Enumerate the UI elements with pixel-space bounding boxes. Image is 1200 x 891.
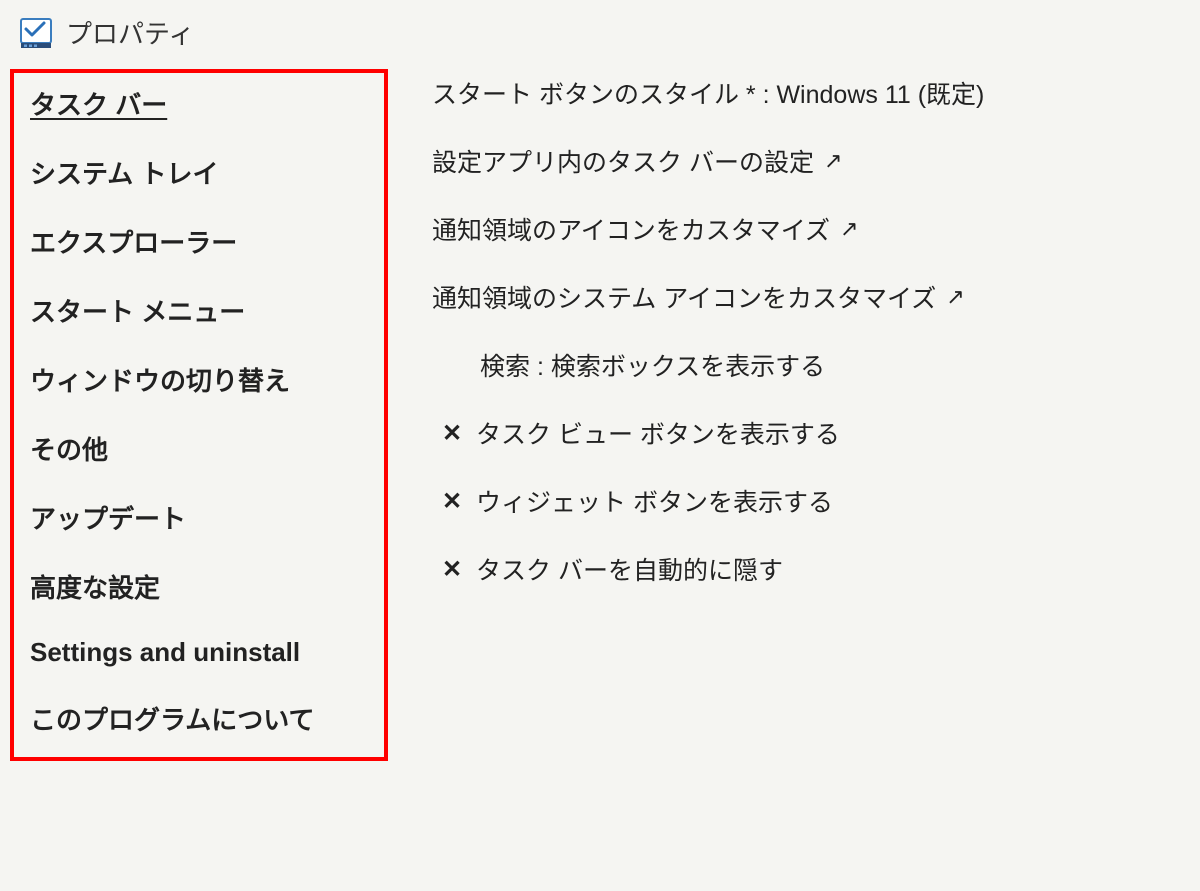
x-icon: ✕ [432, 555, 472, 584]
setting-label: タスク バーを自動的に隠す [476, 551, 783, 587]
sidebar-item-label: このプログラムについて [30, 705, 314, 735]
x-icon: ✕ [432, 487, 472, 516]
sidebar-item-label: Settings and uninstall [30, 637, 300, 667]
sidebar-item-label: アップデート [30, 504, 186, 534]
setting-label: タスク ビュー ボタンを表示する [476, 415, 840, 451]
sidebar: タスク バー システム トレイ エクスプローラー スタート メニュー ウィンドウ… [10, 69, 388, 761]
setting-label: 通知領域のシステム アイコンをカスタマイズ [432, 279, 936, 315]
sidebar-item-update[interactable]: アップデート [30, 499, 368, 536]
external-link-icon: ↗ [824, 148, 842, 174]
sidebar-item-about[interactable]: このプログラムについて [30, 700, 368, 737]
setting-taskbar-settings-link[interactable]: 設定アプリ内のタスク バーの設定 ↗ [432, 143, 1180, 179]
sidebar-item-label: その他 [30, 435, 108, 465]
sidebar-item-label: タスク バー [30, 90, 167, 120]
setting-autohide-toggle[interactable]: ✕ タスク バーを自動的に隠す [432, 551, 1180, 587]
setting-label: ウィジェット ボタンを表示する [476, 483, 833, 519]
x-icon: ✕ [432, 419, 472, 448]
sidebar-item-label: 高度な設定 [30, 573, 160, 603]
sidebar-item-label: システム トレイ [30, 159, 218, 189]
content-panel: スタート ボタンのスタイル * : Windows 11 (既定) 設定アプリ内… [402, 69, 1190, 761]
setting-label: スタート ボタンのスタイル * : Windows 11 (既定) [432, 75, 984, 111]
sidebar-item-window-switch[interactable]: ウィンドウの切り替え [30, 361, 368, 398]
external-link-icon: ↗ [840, 216, 858, 242]
setting-label: 設定アプリ内のタスク バーの設定 [432, 143, 814, 179]
body-area: タスク バー システム トレイ エクスプローラー スタート メニュー ウィンドウ… [0, 69, 1200, 761]
sidebar-item-label: スタート メニュー [30, 297, 245, 327]
setting-task-view-toggle[interactable]: ✕ タスク ビュー ボタンを表示する [432, 415, 1180, 451]
sidebar-item-system-tray[interactable]: システム トレイ [30, 154, 368, 191]
titlebar: プロパティ [0, 0, 1200, 69]
sidebar-item-label: エクスプローラー [30, 228, 237, 258]
sidebar-item-other[interactable]: その他 [30, 430, 368, 467]
setting-widget-toggle[interactable]: ✕ ウィジェット ボタンを表示する [432, 483, 1180, 519]
window-title: プロパティ [66, 14, 194, 51]
sidebar-item-label: ウィンドウの切り替え [30, 366, 290, 396]
sidebar-item-taskbar[interactable]: タスク バー [30, 85, 368, 122]
setting-system-icons-link[interactable]: 通知領域のシステム アイコンをカスタマイズ ↗ [432, 279, 1180, 315]
external-link-icon: ↗ [946, 284, 964, 310]
sidebar-item-advanced[interactable]: 高度な設定 [30, 568, 368, 605]
sidebar-item-settings-uninstall[interactable]: Settings and uninstall [30, 637, 368, 668]
sidebar-item-explorer[interactable]: エクスプローラー [30, 223, 368, 260]
setting-start-button-style[interactable]: スタート ボタンのスタイル * : Windows 11 (既定) [432, 75, 1180, 111]
properties-icon [18, 15, 54, 51]
setting-search[interactable]: 検索 : 検索ボックスを表示する [432, 347, 1180, 383]
setting-label: 通知領域のアイコンをカスタマイズ [432, 211, 830, 247]
sidebar-item-start-menu[interactable]: スタート メニュー [30, 292, 368, 329]
setting-label: 検索 : 検索ボックスを表示する [480, 347, 825, 383]
setting-notify-icons-link[interactable]: 通知領域のアイコンをカスタマイズ ↗ [432, 211, 1180, 247]
